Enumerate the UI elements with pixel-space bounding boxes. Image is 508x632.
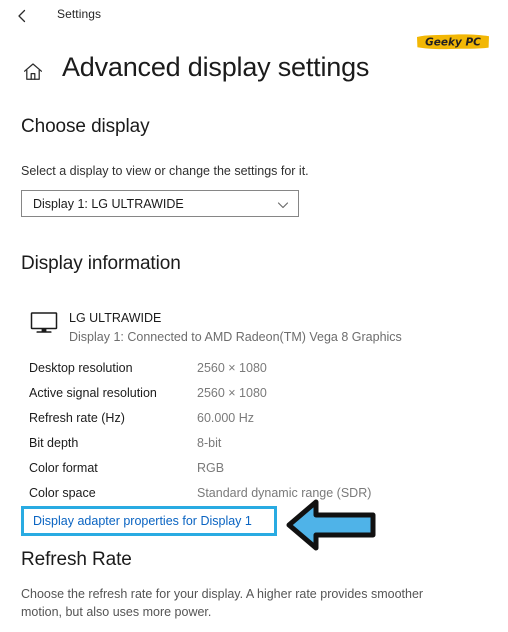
table-row: Color format RGB (29, 461, 449, 486)
monitor-name: LG ULTRAWIDE (69, 311, 162, 325)
watermark-text: Geeky PC (425, 37, 481, 49)
table-row: Bit depth 8-bit (29, 436, 449, 461)
row-label: Color space (29, 486, 96, 500)
monitor-icon (28, 310, 60, 336)
table-row: Refresh rate (Hz) 60.000 Hz (29, 411, 449, 436)
display-information-table: Desktop resolution 2560 × 1080 Active si… (29, 361, 449, 511)
refresh-rate-heading: Refresh Rate (21, 549, 132, 570)
row-label: Active signal resolution (29, 386, 157, 400)
choose-display-heading: Choose display (21, 116, 150, 137)
row-value: 2560 × 1080 (197, 386, 267, 400)
chevron-down-icon (277, 199, 289, 211)
row-value: 60.000 Hz (197, 411, 254, 425)
adapter-properties-highlight-box: Display adapter properties for Display 1 (21, 506, 277, 536)
left-arrow-annotation-icon (285, 496, 385, 554)
row-label: Desktop resolution (29, 361, 133, 375)
row-value: 8-bit (197, 436, 222, 450)
home-icon[interactable] (21, 60, 45, 84)
display-adapter-properties-link[interactable]: Display adapter properties for Display 1 (33, 514, 252, 528)
table-row: Desktop resolution 2560 × 1080 (29, 361, 449, 386)
monitor-connection: Display 1: Connected to AMD Radeon(TM) V… (69, 330, 402, 344)
display-information-heading: Display information (21, 253, 181, 274)
choose-display-description: Select a display to view or change the s… (21, 164, 309, 178)
display-select-dropdown[interactable]: Display 1: LG ULTRAWIDE (21, 190, 299, 217)
row-label: Color format (29, 461, 98, 475)
row-value: 2560 × 1080 (197, 361, 267, 375)
page-title: Advanced display settings (62, 52, 370, 82)
refresh-rate-description: Choose the refresh rate for your display… (21, 587, 424, 619)
row-label: Bit depth (29, 436, 79, 450)
settings-titlebar: Settings (0, 0, 508, 32)
row-value: RGB (197, 461, 225, 475)
back-button[interactable] (10, 4, 36, 28)
table-row: Active signal resolution 2560 × 1080 (29, 386, 449, 411)
geeky-pc-watermark: Geeky PC (414, 30, 492, 54)
window-title: Settings (57, 7, 102, 21)
display-select-value: Display 1: LG ULTRAWIDE (33, 196, 184, 211)
back-arrow-icon (14, 7, 32, 25)
row-label: Refresh rate (Hz) (29, 411, 125, 425)
